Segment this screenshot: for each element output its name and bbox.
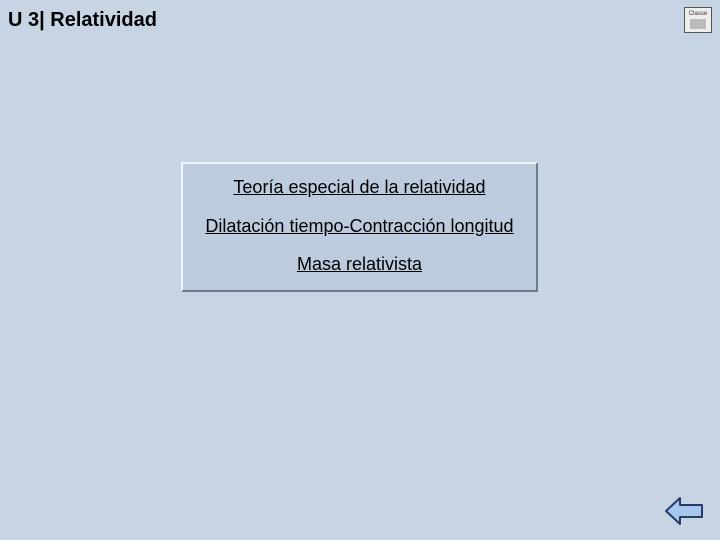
- menu-link-teoria[interactable]: Teoría especial de la relatividad: [199, 176, 520, 199]
- back-button[interactable]: [664, 496, 704, 526]
- logo-shape-icon: [690, 19, 706, 29]
- arrow-left-icon: [664, 496, 704, 526]
- page-title: U 3| Relatividad: [8, 9, 157, 32]
- logo: Classe: [684, 7, 712, 33]
- menu-link-masa[interactable]: Masa relativista: [199, 253, 520, 276]
- menu-link-dilatacion[interactable]: Dilatación tiempo-Contracción longitud: [199, 215, 520, 238]
- logo-text: Classe: [689, 11, 707, 17]
- header: U 3| Relatividad Classe: [0, 0, 720, 40]
- menu-box: Teoría especial de la relatividad Dilata…: [181, 162, 538, 292]
